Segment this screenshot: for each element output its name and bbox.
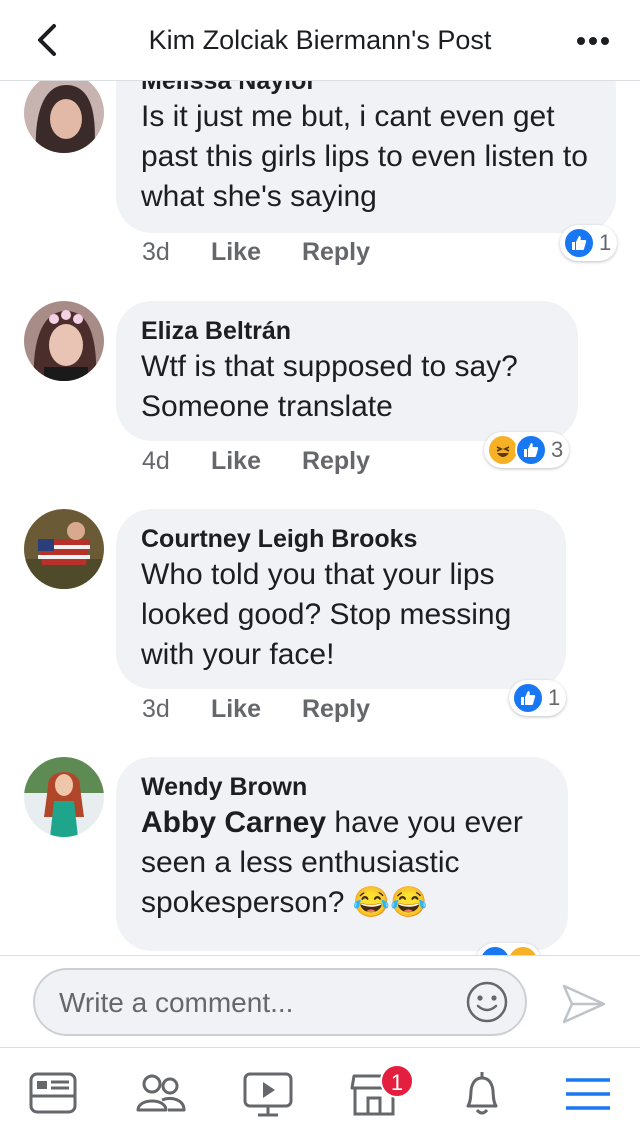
comment-author[interactable]: Eliza Beltrán <box>141 315 552 347</box>
comment-author[interactable]: Wendy Brown <box>141 771 542 803</box>
comment-bubble[interactable]: Courtney Leigh Brooks Who told you that … <box>116 509 566 689</box>
avatar[interactable] <box>24 757 104 837</box>
friends-icon[interactable] <box>132 1066 188 1122</box>
reaction-summary[interactable] <box>476 943 541 955</box>
comment-text: Wtf is that supposed to say? Someone tra… <box>141 350 518 423</box>
avatar[interactable] <box>24 301 104 381</box>
comment-timestamp: 4d <box>142 447 170 475</box>
comment-text: Abby Carney have you ever seen a less en… <box>141 803 542 923</box>
reaction-count: 1 <box>548 685 561 710</box>
comment-placeholder: Write a comment... <box>59 987 294 1018</box>
comment-bubble[interactable]: Melissa Naylor Is it just me but, i cant… <box>116 81 616 233</box>
comment-text: Who told you that your lips looked good?… <box>141 558 512 671</box>
news-feed-icon[interactable] <box>25 1066 81 1122</box>
like-reaction-icon <box>515 434 547 466</box>
comment-composer: Write a comment... <box>0 955 640 1048</box>
reaction-count: 3 <box>551 437 564 462</box>
comment-author[interactable]: Courtney Leigh Brooks <box>141 523 540 555</box>
like-button[interactable]: Like <box>211 695 261 724</box>
avatar[interactable] <box>24 81 104 153</box>
page-title: Kim Zolciak Biermann's Post <box>148 25 492 55</box>
notification-badge: 1 <box>380 1064 414 1098</box>
comment-meta: 3d Like Reply <box>142 695 404 724</box>
like-reaction-icon <box>479 945 511 955</box>
reply-button[interactable]: Reply <box>302 695 370 724</box>
reaction-summary[interactable]: 1 <box>509 680 567 716</box>
reaction-summary[interactable]: 3 <box>484 432 570 468</box>
comment-timestamp: 3d <box>142 695 170 723</box>
bottom-tab-bar: 1 <box>0 1047 640 1137</box>
like-button[interactable]: Like <box>211 238 261 267</box>
post-header: Kim Zolciak Biermann's Post <box>0 0 640 81</box>
send-icon[interactable] <box>560 982 608 1026</box>
emoji-icon[interactable] <box>465 980 509 1024</box>
reaction-summary[interactable]: 1 <box>560 225 618 261</box>
comment-meta: 3d Like Reply <box>142 238 404 267</box>
like-reaction-icon <box>563 227 595 259</box>
reaction-count: 1 <box>599 230 612 255</box>
reply-button[interactable]: Reply <box>302 447 370 476</box>
comment-timestamp: 3d <box>142 238 170 266</box>
comments-feed[interactable]: Melissa Naylor Is it just me but, i cant… <box>0 81 640 955</box>
comment-bubble[interactable]: Eliza Beltrán Wtf is that supposed to sa… <box>116 301 578 441</box>
comment-bubble[interactable]: Wendy Brown Abby Carney have you ever se… <box>116 757 568 951</box>
mention-link[interactable]: Abby Carney <box>141 806 326 839</box>
haha-reaction-icon <box>507 945 539 955</box>
watch-video-icon[interactable] <box>240 1066 296 1122</box>
menu-icon[interactable] <box>560 1066 616 1122</box>
comment-input[interactable]: Write a comment... <box>33 968 527 1036</box>
more-options-icon[interactable] <box>576 36 610 46</box>
reply-button[interactable]: Reply <box>302 238 370 267</box>
avatar[interactable] <box>24 509 104 589</box>
like-button[interactable]: Like <box>211 447 261 476</box>
comment-meta: 4d Like Reply <box>142 447 404 476</box>
like-reaction-icon <box>512 682 544 714</box>
comment-text: Is it just me but, i cant even get past … <box>141 100 588 213</box>
comment-author[interactable]: Melissa Naylor <box>141 81 590 97</box>
notifications-bell-icon[interactable] <box>454 1066 510 1122</box>
